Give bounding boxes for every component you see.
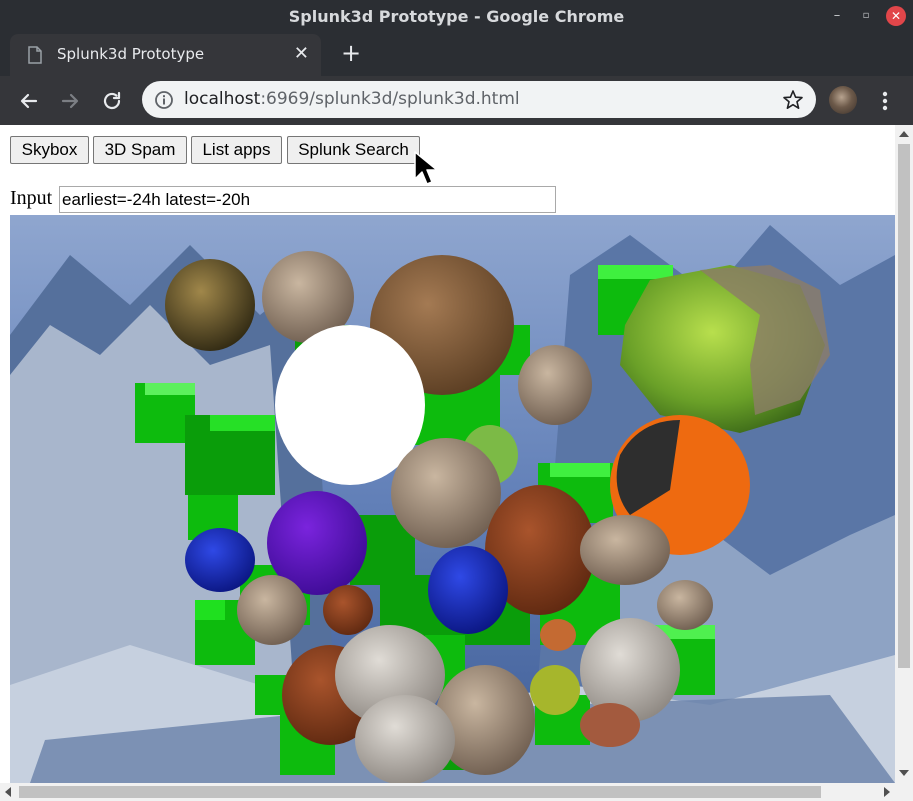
search-query-input[interactable]: earliest=-24h latest=-20h (59, 186, 556, 213)
close-window-icon[interactable]: ✕ (886, 6, 906, 26)
reload-icon[interactable] (99, 88, 125, 114)
bookmark-star-icon[interactable] (782, 89, 804, 111)
new-tab-icon[interactable]: + (340, 41, 362, 65)
input-label: Input (10, 187, 53, 209)
vertical-scroll-thumb[interactable] (898, 144, 910, 668)
more-menu-icon[interactable] (875, 89, 895, 113)
url-host: localhost (184, 89, 261, 109)
skybox-button[interactable]: Skybox (10, 136, 89, 164)
tab-title: Splunk3d Prototype (57, 45, 205, 63)
page-viewport: Skybox 3D Spam List apps Splunk Search I… (0, 125, 913, 801)
horizontal-scrollbar[interactable] (0, 783, 913, 801)
window-title: Splunk3d Prototype - Google Chrome (288, 7, 625, 26)
scroll-down-arrow-icon[interactable] (899, 770, 909, 776)
info-icon[interactable] (154, 90, 174, 110)
profile-avatar[interactable] (829, 86, 857, 114)
splunk-search-button[interactable]: Splunk Search (287, 136, 420, 164)
url-path: :6969/splunk3d/splunk3d.html (260, 89, 520, 109)
window-titlebar: Splunk3d Prototype - Google Chrome – ▫ ✕ (0, 0, 913, 34)
scroll-up-arrow-icon[interactable] (899, 131, 909, 137)
page-file-icon (28, 46, 42, 64)
forward-icon[interactable] (57, 88, 83, 114)
maximize-icon[interactable]: ▫ (856, 6, 876, 26)
mouse-cursor-icon (414, 151, 438, 185)
scroll-right-arrow-icon[interactable] (884, 787, 890, 797)
back-icon[interactable] (16, 88, 42, 114)
minimize-icon[interactable]: – (827, 6, 847, 26)
browser-toolbar: localhost:6969/splunk3d/splunk3d.html (0, 76, 913, 125)
3d-scene-canvas[interactable] (10, 215, 895, 783)
browser-tab[interactable]: Splunk3d Prototype ✕ (10, 34, 321, 76)
tab-strip: Splunk3d Prototype ✕ + (0, 34, 913, 76)
vertical-scrollbar[interactable] (895, 125, 913, 785)
3d-spam-button[interactable]: 3D Spam (93, 136, 187, 164)
list-apps-button[interactable]: List apps (191, 136, 282, 164)
scroll-left-arrow-icon[interactable] (5, 787, 11, 797)
tab-close-icon[interactable]: ✕ (294, 44, 309, 64)
url-text[interactable]: localhost:6969/splunk3d/splunk3d.html (184, 81, 520, 118)
horizontal-scroll-thumb[interactable] (19, 786, 821, 798)
address-bar[interactable]: localhost:6969/splunk3d/splunk3d.html (142, 81, 816, 118)
